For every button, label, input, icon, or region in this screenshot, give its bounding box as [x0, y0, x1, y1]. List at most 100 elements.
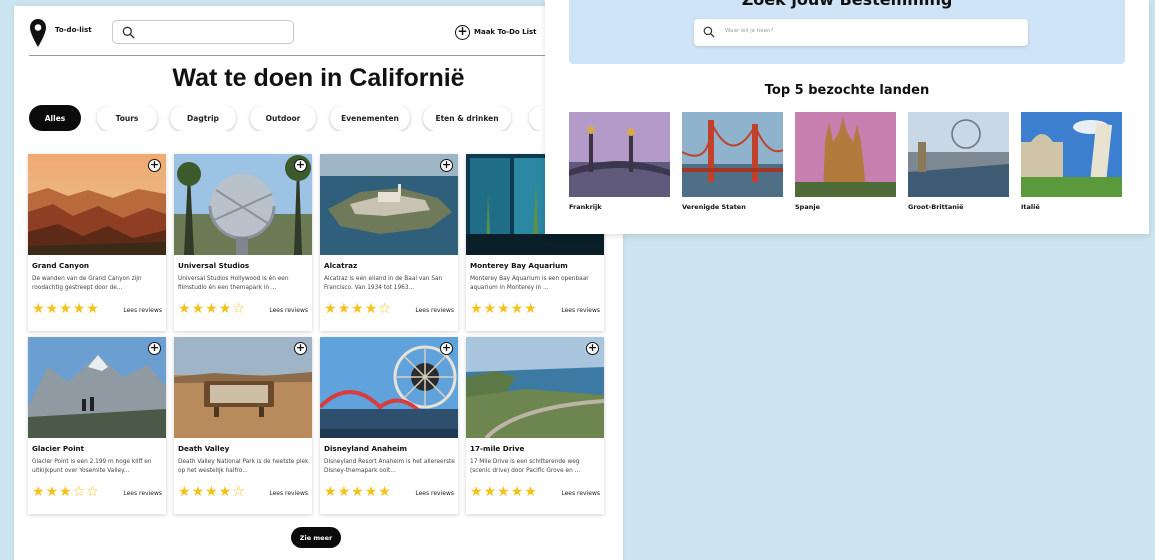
attraction-card[interactable]: + Death Valley Death Valley National Par… [174, 337, 312, 514]
destination-screen: Zoek jouw Bestemming Waar wil je heen? T… [545, 0, 1149, 234]
filter-chip-alles[interactable]: Alles [29, 105, 81, 131]
pisa-photo [1021, 112, 1122, 197]
see-more-button[interactable]: Zie meer [291, 527, 341, 548]
read-reviews-link[interactable]: Lees reviews [415, 490, 454, 497]
golden-gate-photo [682, 112, 783, 197]
search-input[interactable] [112, 20, 294, 44]
star-icon: ★ [524, 301, 537, 317]
read-reviews-link[interactable]: Lees reviews [269, 490, 308, 497]
search-icon [703, 26, 715, 38]
star-icon: ★ [337, 484, 351, 500]
star-icon: ★ [483, 484, 497, 500]
filter-chip-dagtrip[interactable]: Dagtrip [170, 105, 236, 131]
rating-stars: ★ ★ ★ ★ ☆ [178, 485, 245, 499]
card-title: Monterey Bay Aquarium [470, 261, 568, 270]
star-icon: ★ [59, 301, 72, 317]
star-icon: ★ [32, 484, 45, 500]
attraction-card[interactable]: + Alcatraz Alcatraz is een eiland in de … [320, 154, 458, 331]
star-icon: ★ [337, 301, 351, 317]
add-to-list-button[interactable]: + [294, 342, 307, 355]
star-icon: ★ [470, 301, 483, 317]
add-to-list-button[interactable]: + [440, 342, 453, 355]
rating-stars: ★ ★ ★ ★ ☆ [178, 302, 245, 316]
card-image [466, 337, 604, 438]
read-reviews-link[interactable]: Lees reviews [123, 307, 162, 314]
attraction-card[interactable]: + Disneyland Anaheim Disneyland Resort A… [320, 337, 458, 514]
star-icon: ★ [364, 484, 378, 500]
country-card-spain[interactable]: Spanje [795, 112, 896, 212]
star-icon: ★ [510, 301, 524, 317]
globe-photo [174, 154, 312, 255]
rating-stars: ★ ★ ★ ★ ☆ [324, 302, 391, 316]
search-icon [122, 26, 135, 39]
star-outline-icon: ☆ [378, 301, 391, 317]
create-todo-list-button[interactable]: + Maak To-Do List [455, 23, 537, 41]
star-outline-icon: ☆ [72, 484, 86, 500]
country-name: Groot-Brittanië [908, 203, 964, 211]
country-card-italy[interactable]: Italië [1021, 112, 1122, 212]
star-icon: ★ [59, 484, 72, 500]
star-icon: ★ [205, 301, 218, 317]
canyon-photo [28, 154, 166, 255]
add-to-list-button[interactable]: + [294, 159, 307, 172]
read-reviews-link[interactable]: Lees reviews [561, 490, 600, 497]
rating-stars: ★ ★ ★ ★ ★ [32, 302, 99, 316]
card-description: 17 Mile Drive is een schitterende weg (s… [470, 459, 581, 474]
add-to-list-button[interactable]: + [148, 342, 161, 355]
card-title: Glacier Point [32, 444, 85, 453]
country-card-france[interactable]: Frankrijk [569, 112, 670, 212]
attraction-card[interactable]: + Glacier Point Glacier Point is een 2.1… [28, 337, 166, 514]
card-description: Monterey Bay Aquarium is een openbaar aq… [470, 276, 589, 291]
star-icon: ★ [483, 301, 497, 317]
star-icon: ★ [191, 484, 205, 500]
country-card-uk[interactable]: Groot-Brittanië [908, 112, 1009, 212]
card-description: Alcatraz is een eiland in de Baai van Sa… [324, 276, 443, 291]
add-to-list-button[interactable]: + [586, 342, 599, 355]
filter-chip-outdoor[interactable]: Outdoor [250, 105, 316, 131]
filter-chip-tours[interactable]: Tours [97, 105, 157, 131]
card-title: Disneyland Anaheim [324, 444, 407, 453]
star-icon: ★ [351, 301, 364, 317]
filter-chip-evenementen[interactable]: Evenementen [330, 105, 410, 131]
star-icon: ★ [218, 484, 232, 500]
london-photo [908, 112, 1009, 197]
card-title: 17-mile Drive [470, 444, 525, 453]
rating-stars: ★ ★ ★ ☆ ☆ [32, 485, 99, 499]
add-to-list-button[interactable]: + [440, 159, 453, 172]
attraction-card[interactable]: + Universal Studios Universal Studios Ho… [174, 154, 312, 331]
read-reviews-link[interactable]: Lees reviews [123, 490, 162, 497]
card-description: De wanden van de Grand Canyon zijn rooda… [32, 276, 142, 291]
card-image [320, 154, 458, 255]
rating-stars: ★ ★ ★ ★ ★ [470, 302, 537, 316]
star-icon: ★ [524, 484, 537, 500]
rating-stars: ★ ★ ★ ★ ★ [324, 485, 391, 499]
logo-text[interactable]: To-do-list [55, 26, 92, 34]
star-icon: ★ [86, 301, 99, 317]
create-todo-label: Maak To-Do List [474, 28, 537, 36]
island-photo [320, 154, 458, 255]
read-reviews-link[interactable]: Lees reviews [269, 307, 308, 314]
map-pin-icon[interactable] [29, 18, 47, 48]
plus-circle-icon: + [455, 24, 470, 40]
top5-title: Top 5 bezochte landen [764, 83, 930, 98]
paris-photo [569, 112, 670, 197]
card-title: Grand Canyon [32, 261, 90, 270]
add-to-list-button[interactable]: + [148, 159, 161, 172]
star-icon: ★ [191, 301, 205, 317]
card-image [28, 154, 166, 255]
country-card-usa[interactable]: Verenigde Staten [682, 112, 783, 212]
read-reviews-link[interactable]: Lees reviews [415, 307, 454, 314]
attraction-card[interactable]: + 17-mile Drive 17 Mile Drive is een sch… [466, 337, 604, 514]
card-description: Death Valley National Park is de heetste… [178, 459, 309, 474]
star-icon: ★ [510, 484, 524, 500]
card-image [174, 337, 312, 438]
card-description: Disneyland Resort Anaheim is het alleree… [324, 459, 455, 474]
attraction-card[interactable]: + Grand Canyon De wanden van de Grand Ca… [28, 154, 166, 331]
country-name: Verenigde Staten [682, 203, 746, 211]
read-reviews-link[interactable]: Lees reviews [561, 307, 600, 314]
destination-search-input[interactable]: Waar wil je heen? [694, 19, 1028, 46]
search-placeholder: Waar wil je heen? [725, 28, 774, 34]
card-title: Death Valley [178, 444, 230, 453]
filter-chip-eten-drinken[interactable]: Eten & drinken [423, 105, 511, 131]
star-icon: ★ [497, 301, 510, 317]
